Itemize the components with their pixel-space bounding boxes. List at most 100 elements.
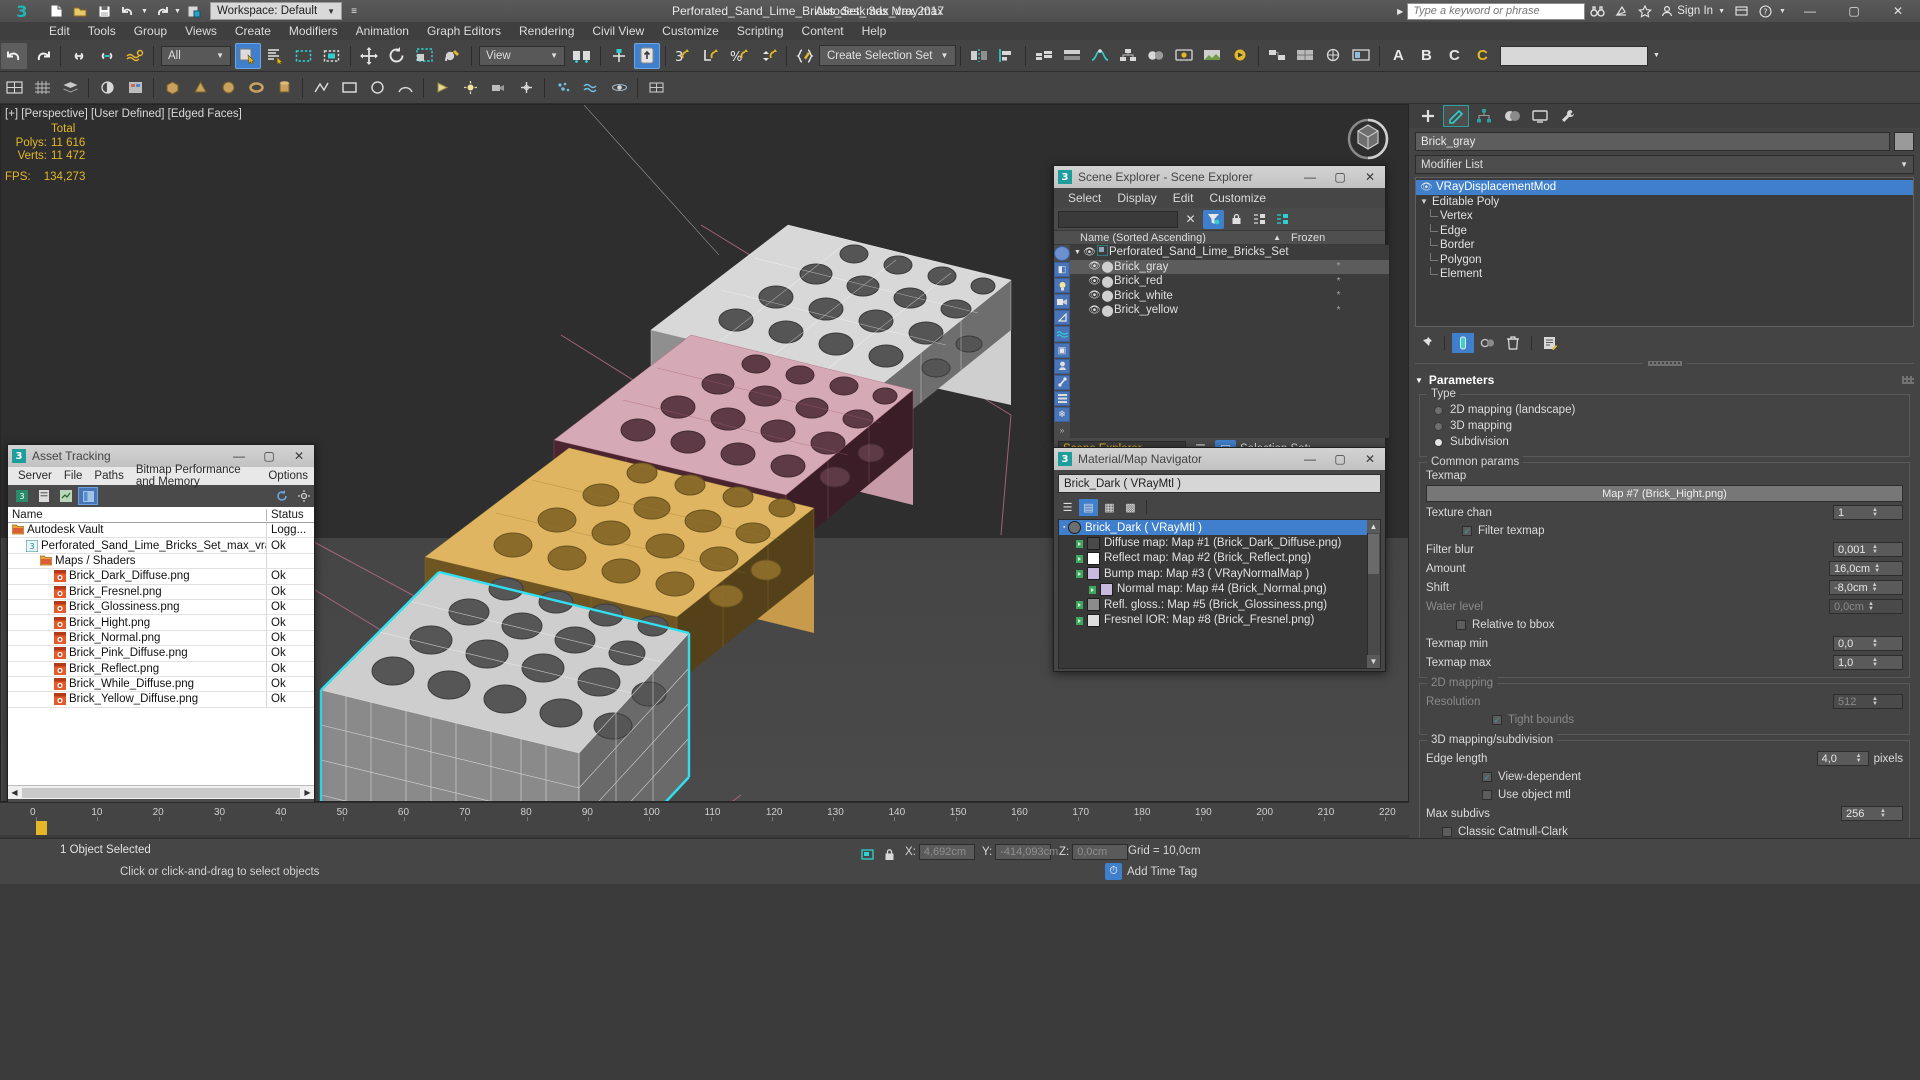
select-object-button[interactable] (235, 42, 261, 69)
select-and-link-icon[interactable] (66, 43, 92, 69)
track-bar[interactable]: 0 10 20 30 40 50 60 70 80 90 100 110 120 130 140 150 160… (0, 802, 1409, 838)
se-menu-edit[interactable]: Edit (1165, 191, 1202, 205)
filter-bones-icon[interactable] (1054, 374, 1070, 390)
scroll-left-icon[interactable]: ◀ (8, 788, 21, 797)
se-menu-customize[interactable]: Customize (1201, 191, 1274, 205)
at-menu-file[interactable]: File (58, 470, 89, 482)
select-and-rotate-icon[interactable] (384, 43, 410, 69)
modifier-stack-row[interactable]: Border (1416, 238, 1913, 253)
render-surface-map-icon[interactable] (1320, 43, 1346, 69)
modifier-stack-row[interactable]: ▼ Editable Poly (1416, 195, 1913, 210)
material-editor-icon[interactable] (1143, 43, 1169, 69)
select-and-manipulate-icon[interactable] (606, 43, 632, 69)
search-input[interactable]: Type a keyword or phrase (1407, 2, 1586, 20)
more-filters-icon[interactable]: » (1054, 423, 1070, 438)
at-menu-paths[interactable]: Paths (88, 470, 129, 482)
at-menu-options[interactable]: Options (262, 470, 314, 482)
autodesk-exchange-icon[interactable] (1729, 0, 1753, 22)
modifier-list-dropdown[interactable]: Modifier List ▼ (1415, 155, 1914, 174)
menu-views[interactable]: Views (176, 22, 226, 40)
target-light-icon[interactable] (429, 75, 455, 101)
search-binoculars-icon[interactable] (1585, 0, 1609, 22)
text-a-icon[interactable]: A (1385, 43, 1411, 69)
radio-3d-mapping[interactable]: 3D mapping (1426, 418, 1903, 434)
collapse-all-icon[interactable] (1249, 210, 1270, 229)
matnav-row[interactable]: ▪ Brick_Dark ( VRayMtl ) (1059, 520, 1380, 536)
at-menu-bitmap-performance[interactable]: Bitmap Performance and Memory (130, 464, 263, 488)
menu-modifiers[interactable]: Modifiers (280, 22, 347, 40)
scroll-up-icon[interactable]: ▲ (1367, 520, 1380, 533)
maximize-icon[interactable]: ▢ (1325, 448, 1355, 470)
customize-quick-access-icon[interactable]: ≡ (342, 1, 366, 21)
scene-explorer-find-input[interactable] (1058, 210, 1178, 228)
water-level-spinner[interactable]: 0,0cm ▲ ▼ (1829, 599, 1903, 614)
make-unique-icon[interactable] (1477, 333, 1499, 353)
lock-selection-icon[interactable] (856, 844, 878, 864)
expand-triangle-icon[interactable]: ▼ (1420, 197, 1432, 206)
scene-explorer-row[interactable]: ▼ 👁 Perforated_Sand_Lime_Bricks_Set (1070, 244, 1389, 260)
visibility-eye-icon[interactable]: 👁 (1088, 276, 1101, 287)
material-swatch[interactable] (1087, 536, 1100, 550)
xref-filter-icon[interactable] (56, 487, 76, 505)
visibility-eye-icon[interactable]: 👁 (1088, 261, 1101, 272)
scene-explorer-window[interactable]: 3 Scene Explorer - Scene Explorer — ▢ ✕ … (1053, 165, 1389, 460)
frozen-cell[interactable]: * (1289, 276, 1389, 287)
quad-menu-icon[interactable] (643, 75, 669, 101)
open-file-icon[interactable] (68, 1, 92, 21)
asset-tracking-grid[interactable]: Autodesk Vault Logg... 3 Perforated_Sand_Li… (8, 523, 314, 785)
close-icon[interactable]: ✕ (1355, 166, 1385, 188)
material-swatch[interactable] (1087, 551, 1100, 565)
time-slider[interactable] (36, 821, 47, 835)
matnav-row[interactable]: Fresnel IOR: Map #8 (Brick_Fresnel.png) (1059, 612, 1380, 627)
utilities-tab[interactable] (1555, 105, 1581, 127)
edge-length-spinner[interactable]: 4,0 ▲ ▼ (1816, 751, 1869, 766)
add-time-tag[interactable]: ⏱ Add Time Tag (1105, 863, 1197, 880)
filter-particles-icon[interactable] (1054, 390, 1070, 406)
color-clipboard-icon[interactable] (122, 75, 148, 101)
column-frozen[interactable]: Frozen (1285, 232, 1385, 244)
edit-named-selection-sets-icon[interactable] (792, 43, 818, 69)
select-by-name-button[interactable] (263, 43, 289, 69)
view-small-icons-icon[interactable]: ▤ (1079, 498, 1098, 516)
text-b-icon[interactable]: B (1413, 43, 1439, 69)
help-question-icon[interactable]: ? (1753, 0, 1777, 22)
spinner-arrows-icon[interactable]: ▲ ▼ (1874, 563, 1880, 574)
view-dependent-checkbox[interactable]: ✓ View-dependent (1426, 769, 1903, 785)
percent-snap-icon[interactable]: % (727, 43, 753, 69)
favorites-star-icon[interactable] (1633, 0, 1657, 22)
tight-bounds-checkbox[interactable]: ✓ Tight bounds (1426, 712, 1903, 728)
redo-icon[interactable] (149, 1, 173, 21)
create-selection-set-combo[interactable]: Create Selection Set ▼ (819, 45, 957, 66)
cone-primitive-icon[interactable] (187, 75, 213, 101)
spinner-arrows-icon[interactable]: ▲ ▼ (1880, 808, 1886, 819)
matnav-row[interactable]: Diffuse map: Map #1 (Brick_Dark_Diffuse.… (1059, 535, 1380, 550)
window-crossing-toggle-icon[interactable] (319, 43, 345, 69)
viewport-config-icon[interactable] (1, 75, 27, 101)
menu-content[interactable]: Content (793, 22, 853, 40)
matnav-titlebar[interactable]: 3 Material/Map Navigator — ▢ ✕ (1054, 448, 1385, 470)
filter-all-icon[interactable] (1054, 246, 1070, 262)
sign-in-button[interactable]: Sign In ▼ (1657, 5, 1729, 17)
z-value[interactable]: 0,0cm (1072, 844, 1129, 860)
scene-explorer-row[interactable]: 👁 ⬤ Brick_yellow * (1070, 303, 1389, 318)
filter-lights-icon[interactable] (1054, 278, 1070, 294)
parameters-rollout-header[interactable]: ▼ Parameters (1415, 371, 1914, 389)
minimize-icon[interactable]: — (1295, 166, 1325, 188)
spinner-arrows-icon[interactable]: ▲ ▼ (1856, 753, 1862, 764)
curve-editor-icon[interactable] (1087, 43, 1113, 69)
expand-all-icon[interactable] (1272, 210, 1293, 229)
menu-edit[interactable]: Edit (40, 22, 79, 40)
x-coordinate[interactable]: X: 4,692cm (905, 844, 975, 860)
help-dropdown-icon[interactable]: ▼ (1777, 0, 1788, 22)
search-expand-icon[interactable]: ▶ (1393, 1, 1407, 21)
matnav-row[interactable]: Bump map: Map #3 ( VRayNormalMap ) (1059, 566, 1380, 581)
systems-icon[interactable] (606, 75, 632, 101)
expand-triangle-icon[interactable]: ▼ (1074, 249, 1081, 256)
matnav-material-name[interactable]: Brick_Dark ( VRayMtl ) (1058, 474, 1381, 493)
bind-to-space-warp-icon[interactable] (122, 43, 148, 69)
scene-explorer-row[interactable]: 👁 ⬤ Brick_gray * (1070, 259, 1389, 274)
object-name-field[interactable]: Brick_gray (1415, 132, 1890, 151)
close-icon[interactable]: ✕ (1876, 0, 1920, 22)
column-name[interactable]: Name (Sorted Ascending) (1054, 232, 1273, 244)
drag-grip-icon[interactable] (1902, 376, 1914, 384)
